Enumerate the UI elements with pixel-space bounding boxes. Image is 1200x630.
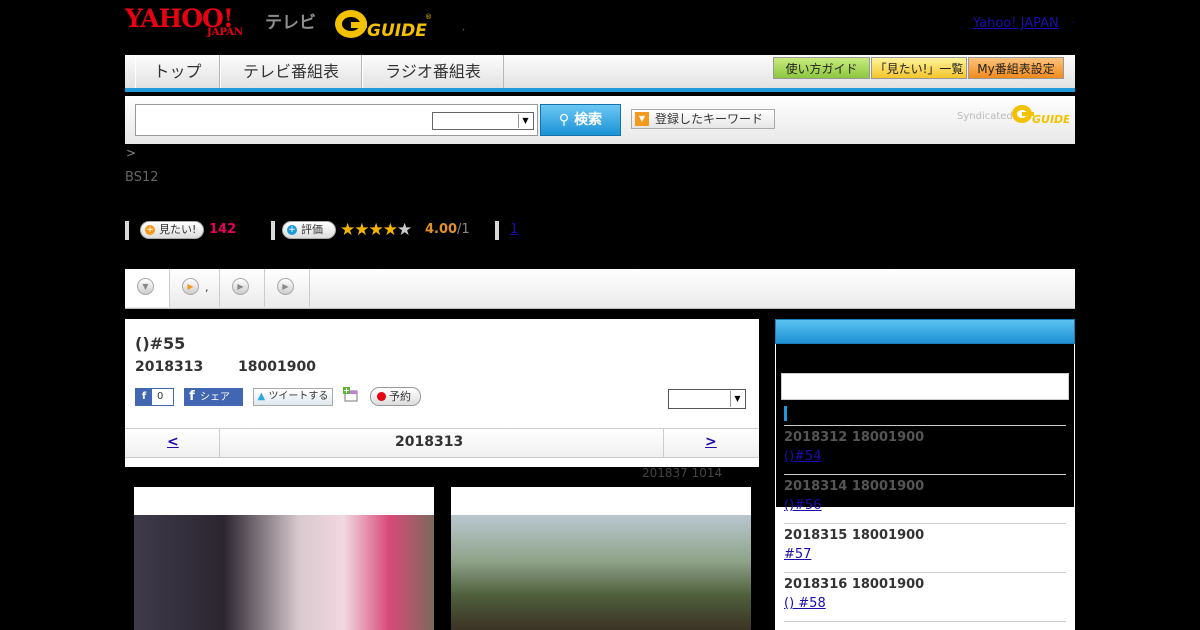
program-tab-strip: ▼ ▶ , ▶ ▶ [125, 269, 1075, 309]
section-marker [784, 406, 787, 421]
updated-timestamp: 201837 1014 [642, 466, 723, 480]
header-separator-2: . [1071, 15, 1075, 26]
plus-icon: + [287, 225, 297, 235]
program-time: 18001900 [238, 359, 316, 375]
sidebar-input[interactable] [781, 373, 1069, 400]
sidebar-header [775, 319, 1075, 344]
want-to-watch-label: 見たい! [159, 223, 197, 236]
registered-keyword-button[interactable]: ▼ 登録したキーワード [631, 109, 775, 129]
episode-link[interactable]: () #58 [784, 596, 826, 611]
divider [663, 429, 664, 457]
divider [271, 221, 275, 240]
program-date: 2018313 [135, 359, 204, 375]
gguide-logo[interactable]: GUIDE ® [334, 6, 434, 41]
usage-guide-button[interactable]: 使い方ガイド [773, 57, 870, 79]
facebook-like-button[interactable]: f0 [135, 388, 174, 406]
rating-stars: ★★★★★ [340, 220, 412, 240]
gguide-small-text: GUIDE [1032, 113, 1069, 126]
nav-tab-tv-listings[interactable]: テレビ番組表 [220, 55, 362, 88]
tab-label: , [205, 281, 209, 294]
twitter-bird-icon: ▲ [257, 391, 266, 402]
rating-count: /1 [457, 222, 470, 237]
episode-date: 2018316 18001900 [784, 577, 925, 592]
watch-list-button[interactable]: 「見たい!」一覧 [871, 57, 967, 79]
star-icon: ★ [354, 220, 369, 240]
my-listings-settings-button[interactable]: My番組表設定 [968, 57, 1064, 79]
program-title: ()#55 [135, 334, 186, 353]
reserve-button[interactable]: 予約 [370, 387, 421, 406]
episode-link[interactable]: ()#56 [784, 498, 822, 513]
star-empty-icon: ★ [397, 220, 412, 240]
chevron-down-icon: ▼ [137, 278, 154, 295]
divider [125, 221, 129, 240]
divider [784, 474, 1066, 475]
divider [219, 429, 220, 457]
calendar-add-icon[interactable] [343, 387, 359, 403]
chevron-down-icon: ▼ [518, 114, 532, 128]
episode-link[interactable]: ()#54 [784, 449, 822, 464]
play-icon: ▶ [277, 278, 294, 295]
episode-link[interactable]: #57 [784, 547, 811, 562]
rate-label: 評価 [301, 223, 323, 236]
star-icon: ★ [382, 220, 398, 240]
want-to-watch-button[interactable]: + 見たい! [140, 221, 204, 239]
want-to-watch-count: 142 [209, 222, 237, 237]
yahoo-japan-logo-text: JAPAN [207, 27, 244, 38]
search-category-select[interactable]: ▼ [432, 112, 534, 130]
record-icon [377, 392, 386, 401]
program-image-1[interactable] [134, 515, 434, 630]
yahoo-japan-link[interactable]: Yahoo! JAPAN [973, 16, 1059, 31]
dropdown-arrow-icon: ▼ [635, 112, 649, 126]
registered-keyword-label: 登録したキーワード [655, 112, 764, 126]
svg-text:GUIDE: GUIDE [367, 21, 427, 40]
gguide-small-logo: GUIDE [1011, 101, 1071, 131]
divider [784, 621, 1066, 622]
tab-episodes[interactable]: ▶ , [170, 269, 220, 307]
tweet-label: ツイートする [268, 391, 329, 402]
rating-value: 4.00 [425, 222, 458, 237]
rate-button[interactable]: + 評価 [282, 221, 336, 239]
prev-episode-link[interactable]: < [167, 434, 179, 450]
tab-related[interactable]: ▶ [265, 269, 310, 307]
tab-reviews[interactable]: ▶ [220, 269, 265, 307]
tweet-button[interactable]: ▲ ツイートする [253, 388, 333, 406]
facebook-icon: f [189, 389, 195, 404]
tab-program-info[interactable]: ▼ [125, 269, 170, 307]
header-separator: , [462, 22, 466, 33]
svg-text:®: ® [425, 13, 432, 21]
tv-logo-text[interactable]: テレビ [265, 8, 316, 33]
search-icon: ⚲ [558, 112, 570, 128]
search-button-label: 検索 [574, 112, 603, 128]
share-label: シェア [200, 392, 230, 403]
program-options-select[interactable]: ▼ [668, 389, 746, 409]
next-episode-link[interactable]: > [705, 434, 717, 450]
star-icon: ★ [368, 220, 384, 240]
like-count: 0 [157, 391, 164, 402]
play-icon: ▶ [232, 278, 249, 295]
reserve-label: 予約 [389, 390, 411, 403]
facebook-share-button[interactable]: f シェア [184, 388, 243, 406]
syndicated-text: Syndicated [957, 111, 1013, 122]
divider [784, 425, 1066, 426]
star-icon: ★ [340, 220, 355, 240]
plus-icon: + [145, 225, 155, 235]
nav-tab-top[interactable]: トップ [135, 55, 220, 88]
current-episode-date: 2018313 [395, 434, 464, 450]
program-image-2[interactable] [451, 515, 751, 630]
facebook-icon: f [136, 389, 152, 405]
breadcrumb: > [126, 146, 137, 160]
play-icon: ▶ [182, 278, 199, 295]
page: YAHOO! JAPAN テレビ GUIDE ® , Yahoo! JAPAN … [0, 0, 1200, 630]
channel-name: BS12 [125, 170, 159, 185]
search-button[interactable]: ⚲ 検索 [540, 104, 621, 136]
episode-date: 2018312 18001900 [784, 430, 925, 445]
divider [495, 221, 499, 240]
episode-date: 2018314 18001900 [784, 479, 925, 494]
review-count-link[interactable]: 1 [510, 222, 518, 237]
divider [784, 572, 1066, 573]
divider [784, 523, 1066, 524]
episode-date: 2018315 18001900 [784, 528, 925, 543]
nav-tab-radio-listings[interactable]: ラジオ番組表 [362, 55, 504, 88]
chevron-down-icon: ▼ [730, 391, 744, 407]
